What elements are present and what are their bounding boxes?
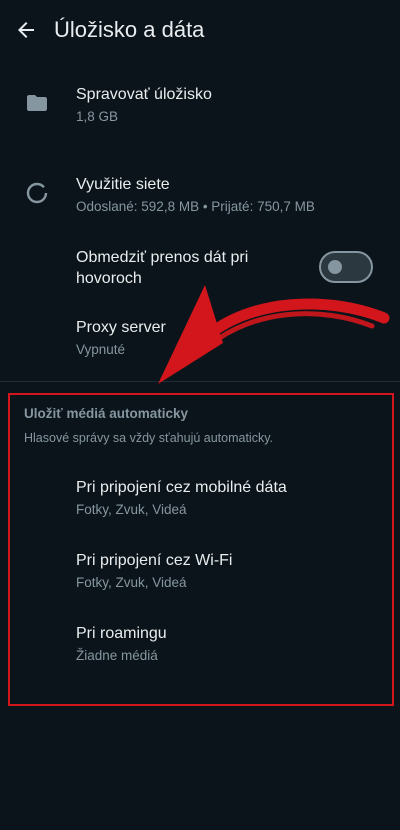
less-data-calls-toggle[interactable]	[319, 251, 373, 283]
storage-size: 1,8 GB	[76, 109, 119, 124]
auto-download-value: Fotky, Zvuk, Videá	[76, 575, 187, 590]
auto-download-roaming-item[interactable]: Pri roamingu Žiadne médiá	[0, 618, 400, 674]
auto-download-mobile-data-item[interactable]: Pri pripojení cez mobilné dáta Fotky, Zv…	[0, 472, 400, 528]
auto-download-value: Fotky, Zvuk, Videá	[76, 502, 187, 517]
proxy-server-label: Proxy server	[76, 319, 166, 336]
less-data-calls-label-line1: Obmedziť prenos dát pri	[76, 249, 249, 266]
auto-download-wifi-item[interactable]: Pri pripojení cez Wi-Fi Fotky, Zvuk, Vid…	[0, 545, 400, 601]
auto-download-value: Žiadne médiá	[76, 648, 158, 663]
toggle-knob	[328, 260, 342, 274]
data-usage-icon	[24, 180, 50, 206]
auto-download-label: Pri roamingu	[76, 625, 167, 642]
folder-icon	[24, 90, 50, 116]
proxy-server-value: Vypnuté	[76, 342, 126, 357]
arrow-back-icon	[18, 22, 34, 38]
network-usage-item[interactable]: Využitie siete Odoslané: 592,8 MB • Prij…	[0, 168, 400, 226]
page-title: Úložisko a dáta	[54, 17, 205, 42]
section-description: Hlasové správy sa vždy sťahujú automatic…	[24, 431, 274, 445]
app-bar: Úložisko a dáta	[0, 0, 400, 62]
divider	[0, 381, 400, 382]
manage-storage-label: Spravovať úložisko	[76, 86, 212, 103]
back-button[interactable]	[10, 14, 42, 46]
less-data-calls-label-line2: hovoroch	[76, 270, 142, 287]
auto-download-label: Pri pripojení cez Wi-Fi	[76, 552, 233, 569]
proxy-server-item[interactable]: Proxy server Vypnuté	[0, 312, 400, 368]
network-usage-value: Odoslané: 592,8 MB • Prijaté: 750,7 MB	[76, 199, 315, 214]
auto-download-label: Pri pripojení cez mobilné dáta	[76, 479, 287, 496]
section-title-auto-download: Uložiť médiá automaticky	[24, 406, 189, 421]
manage-storage-item[interactable]: Spravovať úložisko 1,8 GB	[0, 78, 400, 136]
network-usage-label: Využitie siete	[76, 176, 170, 193]
